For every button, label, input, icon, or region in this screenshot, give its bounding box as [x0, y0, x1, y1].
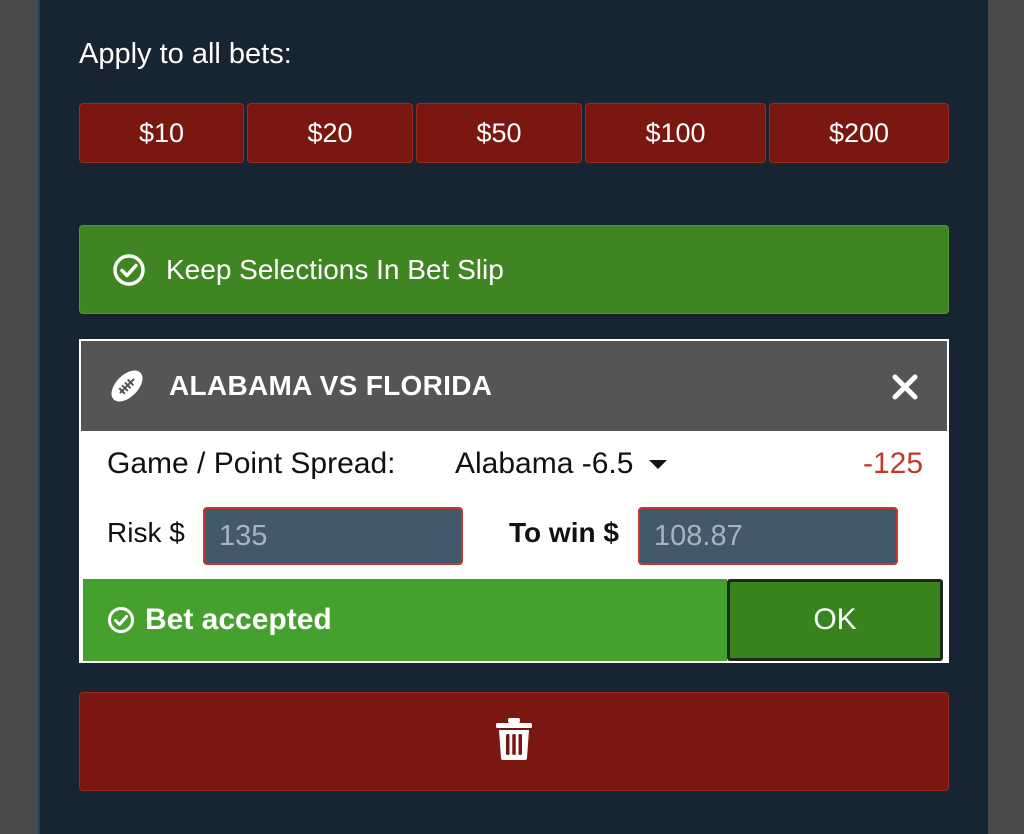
keep-selections-button[interactable]: Keep Selections In Bet Slip — [79, 225, 949, 314]
amount-button-20[interactable]: $20 — [247, 103, 413, 163]
bet-card-title: ALABAMA VS FLORIDA — [169, 370, 493, 401]
risk-label: Risk $ — [107, 517, 185, 548]
trash-icon — [494, 717, 534, 766]
caret-down-icon — [649, 459, 668, 469]
to-win-label: To win $ — [509, 517, 619, 548]
bet-accepted-label: Bet accepted — [145, 603, 332, 636]
to-win-input[interactable]: 108.87 — [638, 507, 898, 565]
amount-button-10[interactable]: $10 — [79, 103, 244, 163]
odds-value: -125 — [862, 447, 923, 480]
bet-slip-panel: Apply to all bets: $10 $20 $50 $100 $200… — [38, 0, 988, 834]
amount-button-200[interactable]: $200 — [769, 103, 949, 163]
amount-buttons: $10 $20 $50 $100 $200 — [79, 103, 949, 163]
market-label: Game / Point Spread: — [107, 447, 396, 480]
ok-button[interactable]: OK — [727, 579, 943, 661]
apply-all-label: Apply to all bets: — [79, 38, 292, 70]
amount-button-100[interactable]: $100 — [585, 103, 766, 163]
market-row: Game / Point Spread: Alabama -6.5 -125 — [107, 447, 923, 487]
check-circle-icon — [112, 253, 146, 287]
check-circle-icon — [107, 606, 135, 634]
bet-accepted-banner: Bet accepted — [83, 579, 727, 661]
keep-selections-label: Keep Selections In Bet Slip — [166, 253, 504, 285]
football-icon — [107, 366, 147, 406]
bet-card-header: ALABAMA VS FLORIDA — [81, 341, 947, 431]
bet-card: ALABAMA VS FLORIDA Game / Point Spread: … — [79, 339, 949, 663]
amount-button-50[interactable]: $50 — [416, 103, 582, 163]
selection-value: Alabama -6.5 — [455, 447, 634, 480]
close-icon[interactable] — [889, 371, 921, 403]
risk-input[interactable]: 135 — [203, 507, 463, 565]
selection-dropdown[interactable]: Alabama -6.5 — [455, 447, 668, 481]
delete-bets-button[interactable] — [79, 692, 949, 791]
